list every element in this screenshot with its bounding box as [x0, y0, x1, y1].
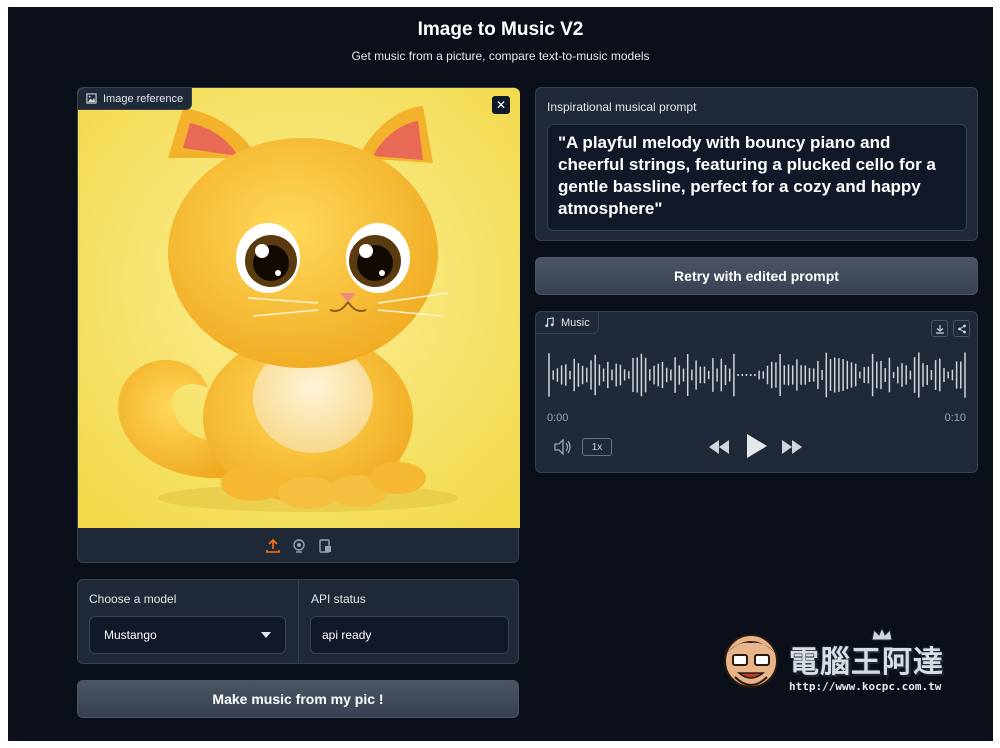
prompt-panel: Inspirational musical prompt "A playful … — [535, 87, 978, 241]
image-toolbar — [78, 528, 520, 564]
download-icon — [935, 324, 944, 334]
model-selected-value: Mustango — [104, 628, 157, 642]
watermark-url: http://www.kocpc.com.tw — [789, 680, 942, 693]
time-end: 0:10 — [944, 412, 966, 424]
fast-forward-icon[interactable] — [781, 440, 803, 454]
clipboard-icon[interactable] — [317, 538, 333, 554]
volume-icon[interactable] — [553, 439, 573, 455]
prompt-textarea[interactable]: "A playful melody with bouncy piano and … — [547, 124, 967, 231]
playback-speed-value: 1x — [591, 441, 603, 453]
time-start: 0:00 — [547, 412, 569, 424]
dropdown-arrow-icon — [261, 632, 271, 638]
api-status-value: api ready — [322, 628, 372, 642]
share-button[interactable] — [953, 320, 970, 337]
divider — [298, 580, 299, 663]
music-panel: Music 0:00 0:10 1x — [535, 311, 978, 473]
close-icon: ✕ — [495, 98, 507, 112]
music-note-icon — [545, 317, 554, 328]
image-reference-panel: Image reference ✕ — [77, 87, 520, 564]
image-reference-tag: Image reference — [78, 88, 193, 110]
watermark: 電腦王阿達 http://www.kocpc.com.tw — [721, 627, 981, 699]
retry-label: Retry with edited prompt — [674, 268, 839, 284]
share-icon — [957, 324, 966, 333]
play-icon[interactable] — [746, 434, 768, 458]
mascot-icon — [724, 634, 778, 688]
rewind-icon[interactable] — [708, 440, 730, 454]
playback-speed-button[interactable]: 1x — [582, 438, 612, 456]
app-window: Image to Music V2 Get music from a pictu… — [8, 7, 993, 741]
page-subtitle: Get music from a picture, compare text-t… — [351, 49, 650, 63]
model-dropdown[interactable]: Mustango — [89, 616, 286, 654]
webcam-icon[interactable] — [291, 538, 307, 554]
audio-waveform[interactable] — [547, 350, 967, 400]
model-label: Choose a model — [89, 592, 177, 606]
make-music-button[interactable]: Make music from my pic ! — [77, 680, 519, 718]
prompt-label: Inspirational musical prompt — [547, 100, 697, 114]
download-button[interactable] — [931, 320, 948, 337]
music-label: Music — [561, 316, 590, 329]
uploaded-image[interactable] — [78, 88, 520, 528]
prompt-text: "A playful melody with bouncy piano and … — [558, 133, 936, 218]
upload-icon[interactable] — [265, 538, 281, 554]
image-reference-label: Image reference — [103, 92, 184, 105]
retry-button[interactable]: Retry with edited prompt — [535, 257, 978, 295]
api-status-field[interactable]: api ready — [310, 616, 509, 654]
close-image-button[interactable]: ✕ — [492, 96, 510, 114]
music-tag: Music — [536, 312, 599, 334]
page-title: Image to Music V2 — [417, 19, 584, 40]
api-status-label: API status — [311, 592, 366, 606]
kitten-image — [78, 88, 520, 528]
make-music-label: Make music from my pic ! — [212, 691, 384, 707]
image-icon — [86, 93, 97, 104]
watermark-brand: 電腦王阿達 — [789, 645, 944, 680]
settings-panel: Choose a model Mustango API status api r… — [77, 579, 519, 664]
